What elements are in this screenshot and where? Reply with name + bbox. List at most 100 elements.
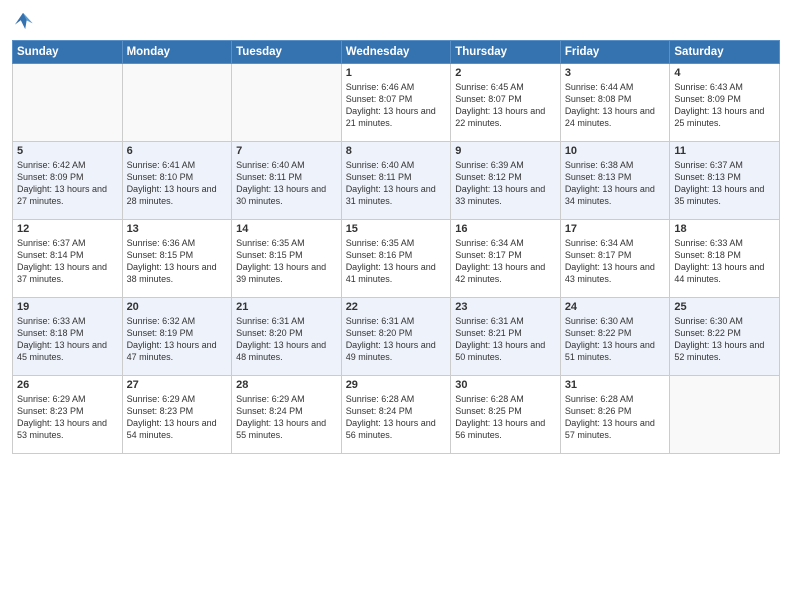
day-info: Sunrise: 6:46 AM Sunset: 8:07 PM Dayligh…: [346, 81, 447, 130]
calendar-cell: 8 Sunrise: 6:40 AM Sunset: 8:11 PM Daylig…: [341, 142, 451, 220]
day-info: Sunrise: 6:29 AM Sunset: 8:23 PM Dayligh…: [17, 393, 118, 442]
calendar-cell: [232, 64, 342, 142]
day-number: 9: [455, 145, 556, 157]
day-number: 5: [17, 145, 118, 157]
weekday-header-thursday: Thursday: [451, 41, 561, 64]
day-info: Sunrise: 6:45 AM Sunset: 8:07 PM Dayligh…: [455, 81, 556, 130]
calendar-cell: 19 Sunrise: 6:33 AM Sunset: 8:18 PM Dayli…: [13, 298, 123, 376]
day-info: Sunrise: 6:28 AM Sunset: 8:26 PM Dayligh…: [565, 393, 666, 442]
calendar-cell: 16Sunrise: 6:34 AM Sunset: 8:17 PM Dayli…: [451, 220, 561, 298]
day-info: Sunrise: 6:44 AM Sunset: 8:08 PM Dayligh…: [565, 81, 666, 130]
day-number: 29: [346, 379, 447, 391]
day-number: 15: [346, 223, 447, 235]
day-info: Sunrise: 6:29 AM Sunset: 8:23 PM Dayligh…: [127, 393, 228, 442]
calendar-cell: 28Sunrise: 6:29 AM Sunset: 8:24 PM Dayli…: [232, 376, 342, 454]
weekday-header-wednesday: Wednesday: [341, 41, 451, 64]
day-number: 27: [127, 379, 228, 391]
weekday-header-sunday: Sunday: [13, 41, 123, 64]
day-info: Sunrise: 6:35 AM Sunset: 8:16 PM Dayligh…: [346, 237, 447, 286]
calendar-cell: 15 Sunrise: 6:35 AM Sunset: 8:16 PM Dayli…: [341, 220, 451, 298]
calendar-cell: 30Sunrise: 6:28 AM Sunset: 8:25 PM Dayli…: [451, 376, 561, 454]
day-info: Sunrise: 6:29 AM Sunset: 8:24 PM Dayligh…: [236, 393, 337, 442]
day-number: 13: [127, 223, 228, 235]
day-number: 19: [17, 301, 118, 313]
calendar-cell: 18 Sunrise: 6:33 AM Sunset: 8:18 PM Dayli…: [670, 220, 780, 298]
day-info: Sunrise: 6:31 AM Sunset: 8:21 PM Dayligh…: [455, 315, 556, 364]
calendar-cell: 24 Sunrise: 6:30 AM Sunset: 8:22 PM Dayli…: [560, 298, 670, 376]
day-number: 18: [674, 223, 775, 235]
day-number: 1: [346, 67, 447, 79]
calendar-week-4: 19 Sunrise: 6:33 AM Sunset: 8:18 PM Dayli…: [13, 298, 780, 376]
day-info: Sunrise: 6:33 AM Sunset: 8:18 PM Dayligh…: [674, 237, 775, 286]
calendar-cell: 13 Sunrise: 6:36 AM Sunset: 8:15 PM Dayli…: [122, 220, 232, 298]
day-info: Sunrise: 6:40 AM Sunset: 8:11 PM Dayligh…: [346, 159, 447, 208]
calendar-cell: 1 Sunrise: 6:46 AM Sunset: 8:07 PM Daylig…: [341, 64, 451, 142]
calendar-cell: [670, 376, 780, 454]
day-number: 3: [565, 67, 666, 79]
day-info: Sunrise: 6:31 AM Sunset: 8:20 PM Dayligh…: [346, 315, 447, 364]
day-number: 24: [565, 301, 666, 313]
day-number: 10: [565, 145, 666, 157]
calendar-cell: 7 Sunrise: 6:40 AM Sunset: 8:11 PM Daylig…: [232, 142, 342, 220]
day-number: 20: [127, 301, 228, 313]
day-info: Sunrise: 6:30 AM Sunset: 8:22 PM Dayligh…: [674, 315, 775, 364]
day-number: 4: [674, 67, 775, 79]
day-info: Sunrise: 6:43 AM Sunset: 8:09 PM Dayligh…: [674, 81, 775, 130]
day-info: Sunrise: 6:42 AM Sunset: 8:09 PM Dayligh…: [17, 159, 118, 208]
day-info: Sunrise: 6:33 AM Sunset: 8:18 PM Dayligh…: [17, 315, 118, 364]
calendar-cell: [13, 64, 123, 142]
calendar-cell: 11Sunrise: 6:37 AM Sunset: 8:13 PM Dayli…: [670, 142, 780, 220]
calendar-cell: [122, 64, 232, 142]
calendar-cell: 12Sunrise: 6:37 AM Sunset: 8:14 PM Dayli…: [13, 220, 123, 298]
day-number: 31: [565, 379, 666, 391]
calendar-cell: 31 Sunrise: 6:28 AM Sunset: 8:26 PM Dayli…: [560, 376, 670, 454]
day-number: 6: [127, 145, 228, 157]
day-number: 25: [674, 301, 775, 313]
calendar-cell: 21 Sunrise: 6:31 AM Sunset: 8:20 PM Dayli…: [232, 298, 342, 376]
calendar-cell: 27 Sunrise: 6:29 AM Sunset: 8:23 PM Dayli…: [122, 376, 232, 454]
day-number: 11: [674, 145, 775, 157]
day-info: Sunrise: 6:34 AM Sunset: 8:17 PM Dayligh…: [455, 237, 556, 286]
calendar-cell: 17 Sunrise: 6:34 AM Sunset: 8:17 PM Dayli…: [560, 220, 670, 298]
day-number: 17: [565, 223, 666, 235]
day-info: Sunrise: 6:31 AM Sunset: 8:20 PM Dayligh…: [236, 315, 337, 364]
calendar-table: SundayMondayTuesdayWednesdayThursdayFrid…: [12, 40, 780, 454]
day-info: Sunrise: 6:40 AM Sunset: 8:11 PM Dayligh…: [236, 159, 337, 208]
day-info: Sunrise: 6:35 AM Sunset: 8:15 PM Dayligh…: [236, 237, 337, 286]
calendar-week-5: 26 Sunrise: 6:29 AM Sunset: 8:23 PM Dayli…: [13, 376, 780, 454]
weekday-header-monday: Monday: [122, 41, 232, 64]
day-info: Sunrise: 6:28 AM Sunset: 8:24 PM Dayligh…: [346, 393, 447, 442]
calendar-week-3: 12Sunrise: 6:37 AM Sunset: 8:14 PM Dayli…: [13, 220, 780, 298]
day-number: 26: [17, 379, 118, 391]
day-number: 22: [346, 301, 447, 313]
day-number: 21: [236, 301, 337, 313]
day-info: Sunrise: 6:36 AM Sunset: 8:15 PM Dayligh…: [127, 237, 228, 286]
day-number: 14: [236, 223, 337, 235]
calendar-week-2: 5 Sunrise: 6:42 AM Sunset: 8:09 PM Daylig…: [13, 142, 780, 220]
calendar-cell: 9 Sunrise: 6:39 AM Sunset: 8:12 PM Daylig…: [451, 142, 561, 220]
calendar-header-row: SundayMondayTuesdayWednesdayThursdayFrid…: [13, 41, 780, 64]
calendar-week-1: 1 Sunrise: 6:46 AM Sunset: 8:07 PM Daylig…: [13, 64, 780, 142]
day-info: Sunrise: 6:34 AM Sunset: 8:17 PM Dayligh…: [565, 237, 666, 286]
day-info: Sunrise: 6:38 AM Sunset: 8:13 PM Dayligh…: [565, 159, 666, 208]
header: [12, 10, 780, 32]
calendar-cell: 20 Sunrise: 6:32 AM Sunset: 8:19 PM Dayli…: [122, 298, 232, 376]
day-info: Sunrise: 6:39 AM Sunset: 8:12 PM Dayligh…: [455, 159, 556, 208]
day-info: Sunrise: 6:32 AM Sunset: 8:19 PM Dayligh…: [127, 315, 228, 364]
calendar-cell: 6 Sunrise: 6:41 AM Sunset: 8:10 PM Daylig…: [122, 142, 232, 220]
calendar-cell: 26 Sunrise: 6:29 AM Sunset: 8:23 PM Dayli…: [13, 376, 123, 454]
calendar-cell: 25 Sunrise: 6:30 AM Sunset: 8:22 PM Dayli…: [670, 298, 780, 376]
day-info: Sunrise: 6:30 AM Sunset: 8:22 PM Dayligh…: [565, 315, 666, 364]
calendar-cell: 14 Sunrise: 6:35 AM Sunset: 8:15 PM Dayli…: [232, 220, 342, 298]
calendar-cell: 4 Sunrise: 6:43 AM Sunset: 8:09 PM Daylig…: [670, 64, 780, 142]
day-number: 8: [346, 145, 447, 157]
weekday-header-saturday: Saturday: [670, 41, 780, 64]
calendar-cell: 5 Sunrise: 6:42 AM Sunset: 8:09 PM Daylig…: [13, 142, 123, 220]
day-number: 2: [455, 67, 556, 79]
day-info: Sunrise: 6:41 AM Sunset: 8:10 PM Dayligh…: [127, 159, 228, 208]
calendar-cell: 3 Sunrise: 6:44 AM Sunset: 8:08 PM Daylig…: [560, 64, 670, 142]
calendar-cell: 22 Sunrise: 6:31 AM Sunset: 8:20 PM Dayli…: [341, 298, 451, 376]
day-number: 7: [236, 145, 337, 157]
weekday-header-tuesday: Tuesday: [232, 41, 342, 64]
calendar-cell: 23Sunrise: 6:31 AM Sunset: 8:21 PM Dayli…: [451, 298, 561, 376]
